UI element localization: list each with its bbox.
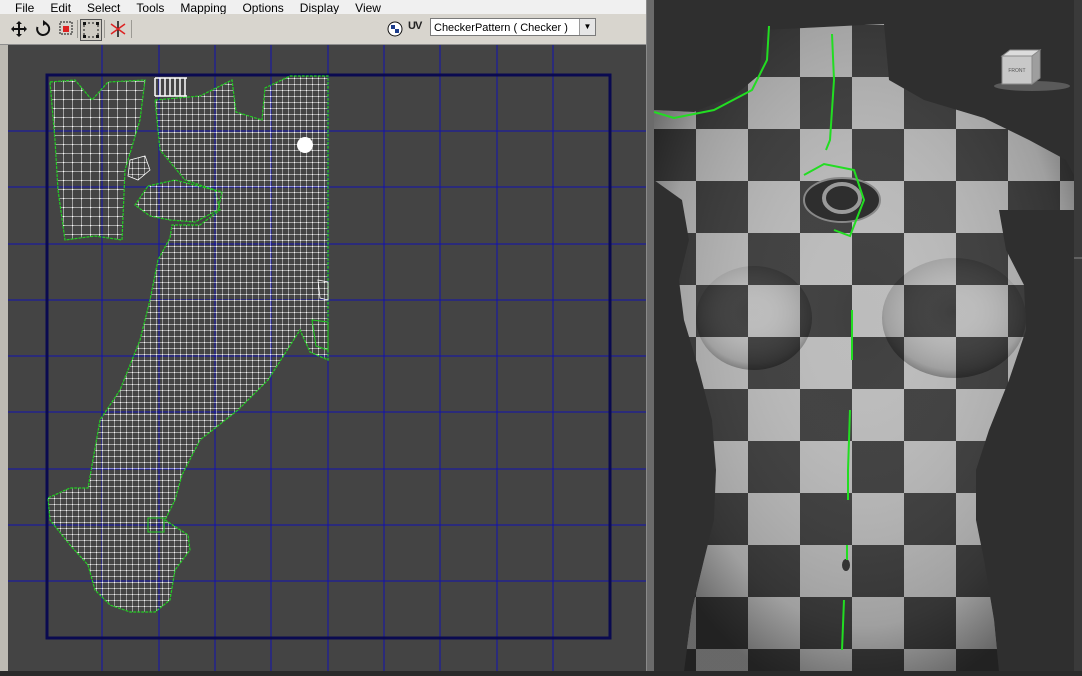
menu-select[interactable]: Select: [79, 2, 128, 14]
uv-canvas[interactable]: [8, 45, 646, 671]
viewcube-face-label: FRONT: [1008, 68, 1025, 74]
uv-detail-circle: [297, 137, 313, 153]
freeform-icon[interactable]: [80, 19, 102, 41]
menu-mapping[interactable]: Mapping: [172, 2, 234, 14]
menu-tools[interactable]: Tools: [128, 2, 172, 14]
menu-display[interactable]: Display: [292, 2, 347, 14]
checker-map-icon[interactable]: [385, 19, 405, 39]
texture-map-dropdown[interactable]: CheckerPattern ( Checker ) ▼: [430, 18, 596, 36]
uv-shell-tiny: [147, 517, 165, 533]
editor-side-strip: [0, 45, 8, 671]
uv-editor-window: File Edit Select Tools Mapping Options D…: [0, 0, 646, 671]
model-torso[interactable]: [654, 24, 1074, 671]
3d-viewport[interactable]: FRONT: [654, 0, 1074, 671]
move-icon[interactable]: [9, 19, 29, 39]
texture-map-selected: CheckerPattern ( Checker ): [434, 22, 568, 34]
chevron-down-icon[interactable]: ▼: [579, 19, 595, 35]
viewport-edge: [1074, 0, 1082, 671]
menu-edit[interactable]: Edit: [42, 2, 79, 14]
uv-shells[interactable]: [47, 75, 329, 613]
menu-file[interactable]: File: [0, 2, 42, 14]
menu-options[interactable]: Options: [234, 2, 291, 14]
scale-icon[interactable]: [57, 19, 77, 39]
viewcube[interactable]: FRONT: [994, 49, 1070, 91]
rotate-icon[interactable]: [33, 19, 53, 39]
mirror-icon[interactable]: [108, 19, 128, 39]
menu-bar: File Edit Select Tools Mapping Options D…: [0, 0, 646, 14]
menu-view[interactable]: View: [347, 2, 389, 14]
toolbar: UV CheckerPattern ( Checker ) ▼: [0, 14, 646, 45]
uv-channel-label: UV: [408, 20, 422, 32]
uv-shell-strips: [154, 77, 187, 97]
